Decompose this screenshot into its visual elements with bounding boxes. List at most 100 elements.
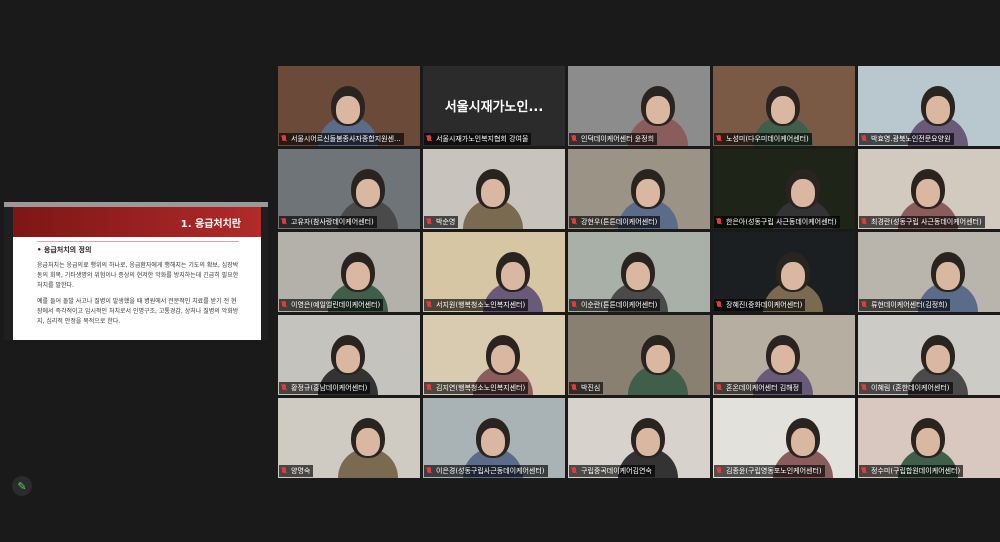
participant-tile[interactable]: 양명숙: [278, 398, 420, 478]
participant-tile[interactable]: 이혜림 (혼한데이케어센터): [858, 315, 1000, 395]
participant-name-label: 서울시어르신돌봄종사자종합지원센...: [279, 133, 404, 145]
participant-name-label: 고유자(참사랑데이케어센터): [279, 216, 377, 228]
participant-tile[interactable]: 인덕데이케어센터 윤정희: [568, 66, 710, 146]
participant-tile[interactable]: 류현데이케어센터(김정희): [858, 232, 1000, 312]
participant-face: [771, 345, 795, 373]
participant-name: 인덕데이케어센터 윤정희: [581, 135, 655, 143]
muted-mic-icon: [426, 384, 433, 392]
participant-name-label: 서지원(행복청소노인복지센터): [424, 299, 529, 311]
participant-tile[interactable]: 장혜진(중화데이케어센터): [713, 232, 855, 312]
muted-mic-icon: [861, 218, 868, 226]
participant-name-label: 정수미(구립합원데이케어센터): [859, 465, 964, 477]
participant-name-label: 인덕데이케어센터 윤정희: [569, 133, 658, 145]
participant-name-label: 이영은(예일엘린데이케어센터): [279, 299, 384, 311]
participant-face: [936, 262, 960, 290]
slide-section-heading: • 응급처치의 정의: [37, 246, 92, 254]
participant-face: [781, 262, 805, 290]
shared-slide: 1. 응급처치란 • 응급처치의 정의 응급처치는 응급의료 행위의 하나로, …: [13, 207, 261, 340]
participant-name: 최경란(성동구립 사근동데이케어센터): [871, 218, 982, 226]
participant-tile[interactable]: 한은아(성동구립 사근동데이케어센터): [713, 149, 855, 229]
participant-face: [491, 345, 515, 373]
participant-tile[interactable]: 구립중곡데이케어김연숙: [568, 398, 710, 478]
participant-display-name: 서울시재가노인...: [444, 100, 544, 115]
participant-tile[interactable]: 이영은(예일엘린데이케어센터): [278, 232, 420, 312]
participant-face: [501, 262, 525, 290]
muted-mic-icon: [426, 218, 433, 226]
participant-name: 박순영: [436, 218, 456, 226]
participant-face: [346, 262, 370, 290]
participant-face: [916, 428, 940, 456]
muted-mic-icon: [716, 384, 723, 392]
participant-name: 구립중곡데이케어김연숙: [581, 467, 652, 475]
participant-name-label: 노성미(다우미데이케어센터): [714, 133, 812, 145]
participant-tile[interactable]: 이은경(성동구립사근동데이케어센터): [423, 398, 565, 478]
participant-face: [481, 179, 505, 207]
participant-name-label: 한은아(성동구립 사근동데이케어센터): [714, 216, 840, 228]
muted-mic-icon: [861, 467, 868, 475]
participant-name: 강현우(튼튼데이케어센터): [581, 218, 658, 226]
participant-name: 박효영.광북노인전문요양원: [871, 135, 951, 143]
participant-name: 김종윤(구립영동포노인케어센터): [726, 467, 822, 475]
participant-name-label: 강현우(튼튼데이케어센터): [569, 216, 661, 228]
participant-name: 노성미(다우미데이케어센터): [726, 135, 809, 143]
participant-name-label: 최경란(성동구립 사근동데이케어센터): [859, 216, 985, 228]
participant-tile[interactable]: 김지연(행복청소노인복지센터): [423, 315, 565, 395]
participant-name: 고유자(참사랑데이케어센터): [291, 218, 374, 226]
participant-tile[interactable]: 박진심: [568, 315, 710, 395]
muted-mic-icon: [426, 467, 433, 475]
participant-name-label: 양명숙: [279, 465, 314, 477]
participant-tile[interactable]: 정수미(구립합원데이케어센터): [858, 398, 1000, 478]
participant-tile[interactable]: 강현우(튼튼데이케어센터): [568, 149, 710, 229]
annotate-button[interactable]: ✎: [12, 476, 32, 496]
muted-mic-icon: [571, 135, 578, 143]
participant-name-label: 박진심: [569, 382, 604, 394]
participant-name-label: 이은경(성동구립사근동데이케어센터): [424, 465, 548, 477]
participant-tile[interactable]: 고유자(참사랑데이케어센터): [278, 149, 420, 229]
participant-name-label: 박효영.광북노인전문요양원: [859, 133, 954, 145]
muted-mic-icon: [426, 301, 433, 309]
participant-name: 류현데이케어센터(김정희): [871, 301, 948, 309]
participant-face: [636, 428, 660, 456]
participant-tile[interactable]: 박순영: [423, 149, 565, 229]
participant-tile[interactable]: 이순란(튼튼데이케어센터): [568, 232, 710, 312]
participant-name: 서울시어르신돌봄종사자종합지원센...: [291, 135, 401, 143]
muted-mic-icon: [861, 384, 868, 392]
participant-tile[interactable]: 황정규(홍남데이케어센터): [278, 315, 420, 395]
participant-face: [646, 96, 670, 124]
muted-mic-icon: [281, 384, 288, 392]
participant-name: 이영은(예일엘린데이케어센터): [291, 301, 381, 309]
participant-face: [791, 179, 815, 207]
participant-name: 황정규(홍남데이케어센터): [291, 384, 368, 392]
muted-mic-icon: [716, 218, 723, 226]
participant-name: 서울시재가노인복지협회 강여울: [436, 135, 529, 143]
participant-gallery: 서울시어르신돌봄종사자종합지원센... 서울시재가노인... 서울시재가노인복지협회…: [278, 66, 1000, 478]
participant-name: 혼온데이케어센터 김해정: [726, 384, 800, 392]
slide-paragraph: 예를 들어 돌발 사고나 질병이 발생했을 때 병원에서 전문적인 치료를 받기…: [37, 298, 239, 325]
muted-mic-icon: [716, 135, 723, 143]
participant-name-label: 김지연(행복청소노인복지센터): [424, 382, 529, 394]
participant-face: [926, 345, 950, 373]
participant-name-label: 이순란(튼튼데이케어센터): [569, 299, 661, 311]
participant-tile[interactable]: 서울시어르신돌봄종사자종합지원센...: [278, 66, 420, 146]
participant-name: 박진심: [581, 384, 601, 392]
muted-mic-icon: [426, 135, 433, 143]
participant-tile[interactable]: 박효영.광북노인전문요양원: [858, 66, 1000, 146]
participant-name: 장혜진(중화데이케어센터): [726, 301, 803, 309]
participant-tile[interactable]: 서울시재가노인... 서울시재가노인복지협회 강여울: [423, 66, 565, 146]
participant-face: [356, 428, 380, 456]
participant-tile[interactable]: 노성미(다우미데이케어센터): [713, 66, 855, 146]
participant-tile[interactable]: 혼온데이케어센터 김해정: [713, 315, 855, 395]
participant-face: [636, 179, 660, 207]
participant-tile[interactable]: 서지원(행복청소노인복지센터): [423, 232, 565, 312]
participant-name: 양명숙: [291, 467, 311, 475]
muted-mic-icon: [281, 301, 288, 309]
screen-share-panel[interactable]: 1. 응급처치란 • 응급처치의 정의 응급처치는 응급의료 행위의 하나로, …: [4, 202, 268, 340]
muted-mic-icon: [716, 467, 723, 475]
participant-name-label: 구립중곡데이케어김연숙: [569, 465, 655, 477]
participant-face: [791, 428, 815, 456]
muted-mic-icon: [571, 467, 578, 475]
muted-mic-icon: [571, 384, 578, 392]
pencil-icon: ✎: [17, 479, 27, 493]
participant-tile[interactable]: 김종윤(구립영동포노인케어센터): [713, 398, 855, 478]
participant-tile[interactable]: 최경란(성동구립 사근동데이케어센터): [858, 149, 1000, 229]
